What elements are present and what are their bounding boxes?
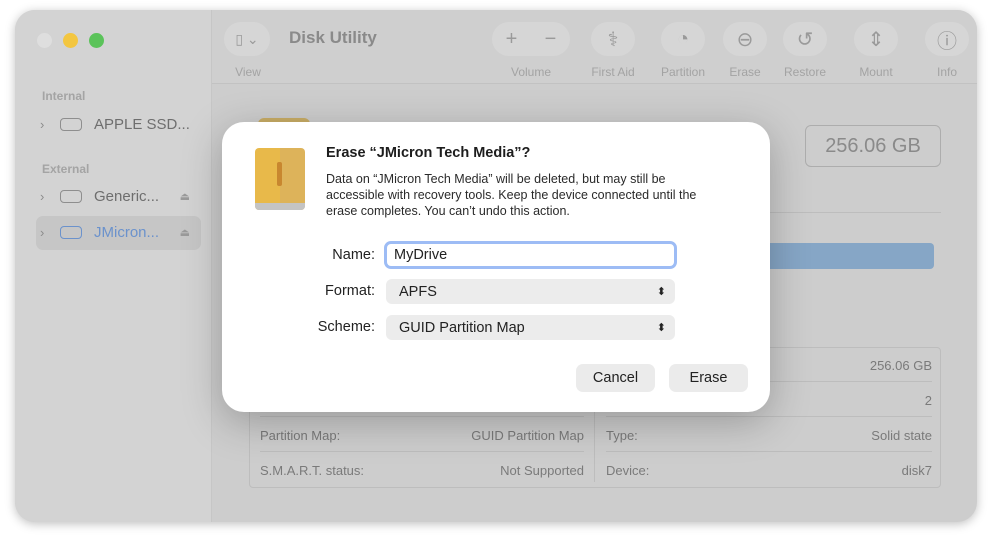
dialog-title: Erase “JMicron Tech Media”? xyxy=(326,145,531,161)
message-line: erase completes. You can’t undo this act… xyxy=(326,204,570,218)
close-button[interactable] xyxy=(37,33,52,48)
info-icon: ⓘ xyxy=(937,30,957,53)
scheme-label: Scheme: xyxy=(317,319,375,335)
chevron-right-icon[interactable]: › xyxy=(40,117,60,132)
volume-label: Volume xyxy=(510,65,552,79)
chevron-right-icon[interactable]: › xyxy=(40,225,60,240)
sidebar-item-label: APPLE SSD... xyxy=(94,116,190,133)
info-label: Device: xyxy=(606,463,650,478)
scheme-value: GUID Partition Map xyxy=(399,319,525,336)
sidebar-item-apple-ssd[interactable]: › APPLE SSD... xyxy=(40,116,190,133)
external-drive-icon xyxy=(255,148,305,210)
info-value: disk7 xyxy=(901,463,932,478)
eject-icon[interactable]: ⏏ xyxy=(180,190,190,203)
capacity-display: 256.06 GB xyxy=(805,125,941,167)
plus-icon[interactable]: + xyxy=(506,28,518,51)
section-internal: Internal xyxy=(42,89,86,103)
pie-chart-icon: ◔ xyxy=(676,27,690,50)
mount-label: Mount xyxy=(859,65,893,79)
drive-icon xyxy=(60,190,82,203)
stethoscope-icon: ⚕ xyxy=(607,28,619,51)
toolbar: ▯ ⌄ View Disk Utility + − Volume ⚕ First … xyxy=(212,10,977,84)
info-value: GUID Partition Map xyxy=(471,428,584,443)
format-select[interactable]: APFS ⬍ xyxy=(386,279,675,304)
mount-icon: ⇕ xyxy=(867,28,885,51)
minimize-button[interactable] xyxy=(63,33,78,48)
sidebar-item-label: JMicron... xyxy=(94,224,160,241)
sidebar-item-generic[interactable]: › Generic... ⏏ xyxy=(40,188,190,205)
window-title: Disk Utility xyxy=(289,28,377,47)
message-line: accessible with recovery tools. Keep the… xyxy=(326,188,697,202)
sidebar-item-label: Generic... xyxy=(94,188,160,205)
mount-button[interactable]: ⇕ xyxy=(854,22,898,56)
format-value: APFS xyxy=(399,283,437,300)
erase-dialog: Erase “JMicron Tech Media”? Data on “JMi… xyxy=(222,122,770,412)
info-label: Type: xyxy=(606,428,638,443)
section-external: External xyxy=(42,162,90,176)
info-value: Not Supported xyxy=(500,463,584,478)
info-label: Info xyxy=(936,65,957,79)
first-aid-button[interactable]: ⚕ xyxy=(591,22,635,56)
drive-icon xyxy=(60,226,82,239)
format-label: Format: xyxy=(325,283,375,299)
sidebar-toggle-icon: ▯ ⌄ xyxy=(235,30,259,47)
chevron-updown-icon: ⬍ xyxy=(656,286,666,298)
info-value: 2 xyxy=(924,393,932,408)
partition-button[interactable]: ◔ xyxy=(661,22,705,56)
erase-drive-icon: ⊖ xyxy=(736,28,754,51)
zoom-button[interactable] xyxy=(89,33,104,48)
message-line: Data on “JMicron Tech Media” will be del… xyxy=(326,172,666,186)
erase-confirm-button[interactable]: Erase xyxy=(669,364,748,392)
sidebar: Internal › APPLE SSD... External › Generic… xyxy=(15,10,212,522)
view-button[interactable]: ▯ ⌄ xyxy=(224,22,270,56)
erase-button[interactable]: ⊖ xyxy=(723,22,767,56)
sidebar-item-jmicron[interactable]: › JMicron... ⏏ xyxy=(40,224,190,241)
minus-icon[interactable]: − xyxy=(545,28,557,51)
chevron-right-icon[interactable]: › xyxy=(40,189,60,204)
scheme-select[interactable]: GUID Partition Map ⬍ xyxy=(386,315,675,340)
cancel-button[interactable]: Cancel xyxy=(576,364,655,392)
first-aid-label: First Aid xyxy=(591,65,635,79)
info-value: Solid state xyxy=(871,428,932,443)
chevron-updown-icon: ⬍ xyxy=(656,322,666,334)
name-input[interactable]: MyDrive xyxy=(384,241,677,269)
info-value: 256.06 GB xyxy=(869,358,932,373)
restore-label: Restore xyxy=(783,65,827,79)
info-button[interactable]: ⓘ xyxy=(925,22,969,56)
restore-icon: ↺ xyxy=(796,28,814,51)
volume-button[interactable]: + − xyxy=(492,22,570,56)
view-label: View xyxy=(235,65,261,79)
drive-icon xyxy=(60,118,82,131)
dialog-message: Data on “JMicron Tech Media” will be del… xyxy=(326,171,696,219)
eject-icon[interactable]: ⏏ xyxy=(180,226,190,239)
restore-button[interactable]: ↺ xyxy=(783,22,827,56)
name-label: Name: xyxy=(332,247,375,263)
